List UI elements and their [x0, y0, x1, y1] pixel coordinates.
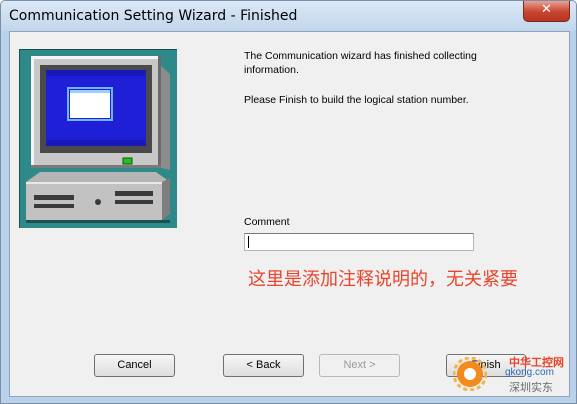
- watermark-line2: gkong.com: [505, 367, 554, 378]
- annotation-note: 这里是添加注释说明的，无关紧要: [248, 269, 518, 290]
- finish-instruction: Please Finish to build the logical stati…: [244, 94, 469, 106]
- wizard-illustration: [19, 49, 177, 228]
- close-icon: ✕: [541, 2, 552, 17]
- watermark-line3: 深圳实东: [509, 381, 553, 394]
- close-button[interactable]: ✕: [523, 1, 570, 22]
- finished-message: The Communication wizard has finished co…: [244, 50, 477, 76]
- gear-logo-icon: [453, 357, 487, 391]
- text-caret: [248, 236, 249, 248]
- comment-label: Comment: [244, 216, 290, 228]
- window-title: Communication Setting Wizard - Finished: [9, 8, 298, 24]
- wizard-body: The Communication wizard has finished co…: [9, 31, 570, 397]
- title-bar: Communication Setting Wizard - Finished …: [1, 1, 576, 31]
- cancel-button[interactable]: Cancel: [94, 354, 175, 377]
- watermark: 中华工控网 gkong.com 深圳实东: [447, 354, 569, 396]
- computer-monitor-icon: [26, 56, 170, 223]
- back-button[interactable]: < Back: [223, 354, 304, 377]
- comment-input[interactable]: [244, 233, 474, 251]
- wizard-window: Communication Setting Wizard - Finished …: [0, 0, 577, 404]
- next-button[interactable]: Next >: [319, 354, 400, 377]
